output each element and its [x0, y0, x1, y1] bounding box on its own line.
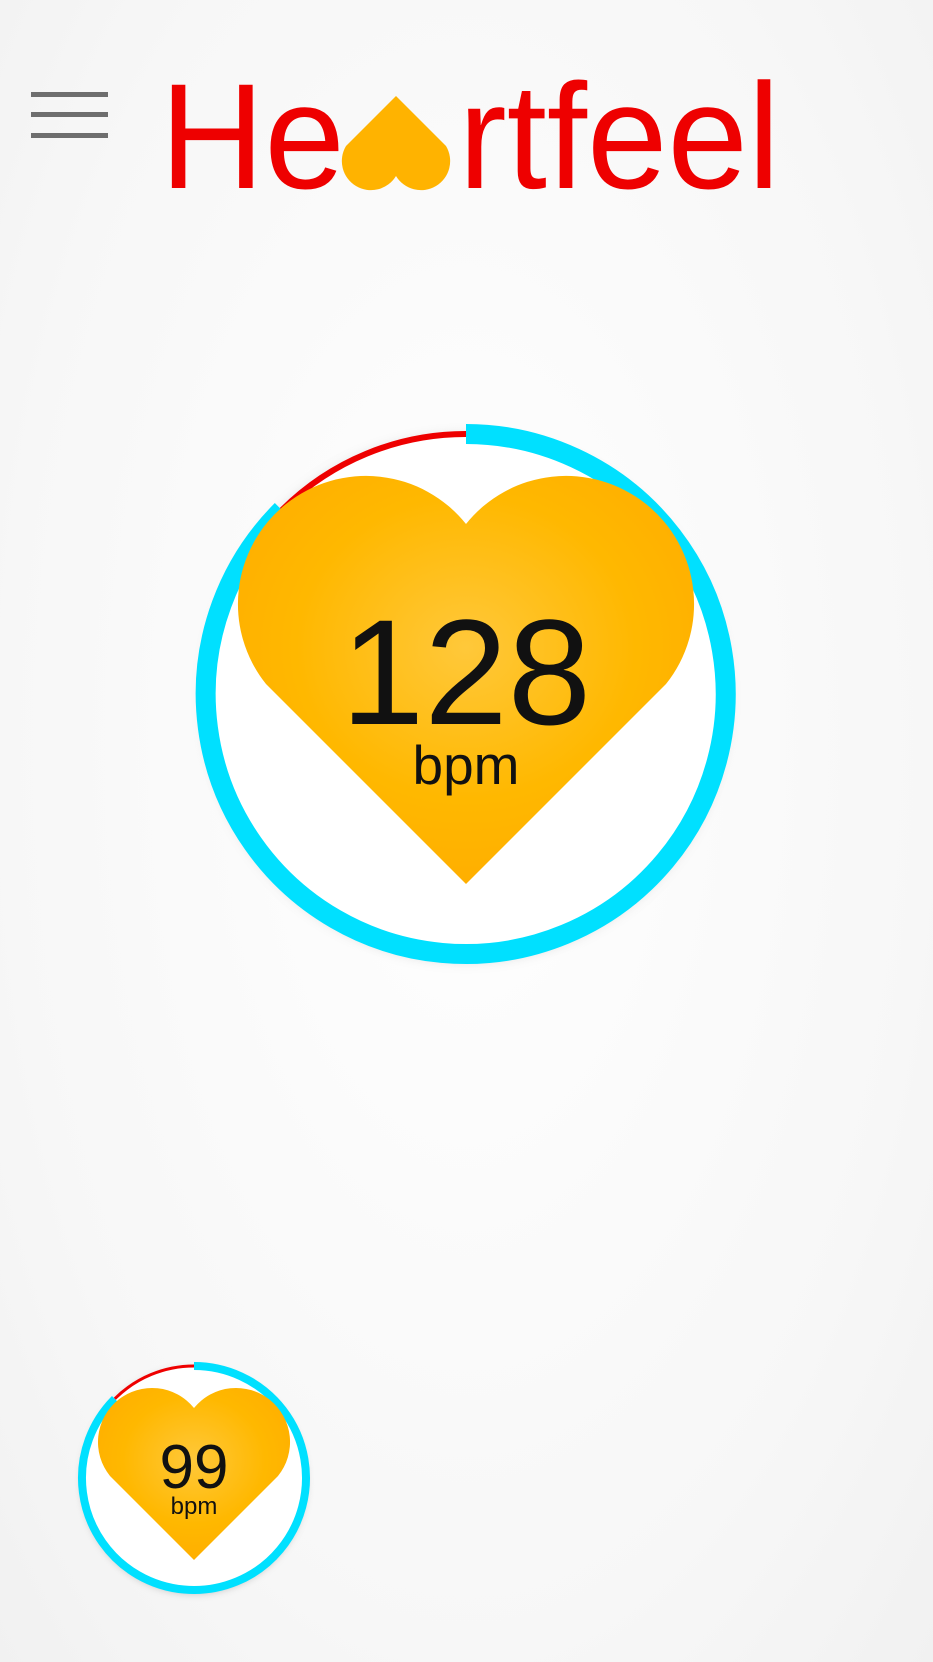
- app-logo: He rtfeel: [160, 62, 780, 212]
- secondary-heart-rate-unit: bpm: [171, 1493, 218, 1520]
- logo-text-start: He: [160, 62, 345, 212]
- app-header: He rtfeel: [0, 0, 933, 220]
- heart-rate-value: 128: [341, 588, 591, 756]
- heart-rate-gauge: 128 bpm: [186, 414, 746, 974]
- logo-text: He rtfeel: [160, 62, 780, 212]
- logo-heart-icon: [341, 96, 451, 191]
- menu-button[interactable]: [26, 86, 110, 150]
- secondary-heart-rate-value: 99: [160, 1433, 229, 1502]
- secondary-heart-rate-gauge[interactable]: 99 bpm: [74, 1358, 314, 1598]
- heart-rate-unit: bpm: [413, 734, 520, 796]
